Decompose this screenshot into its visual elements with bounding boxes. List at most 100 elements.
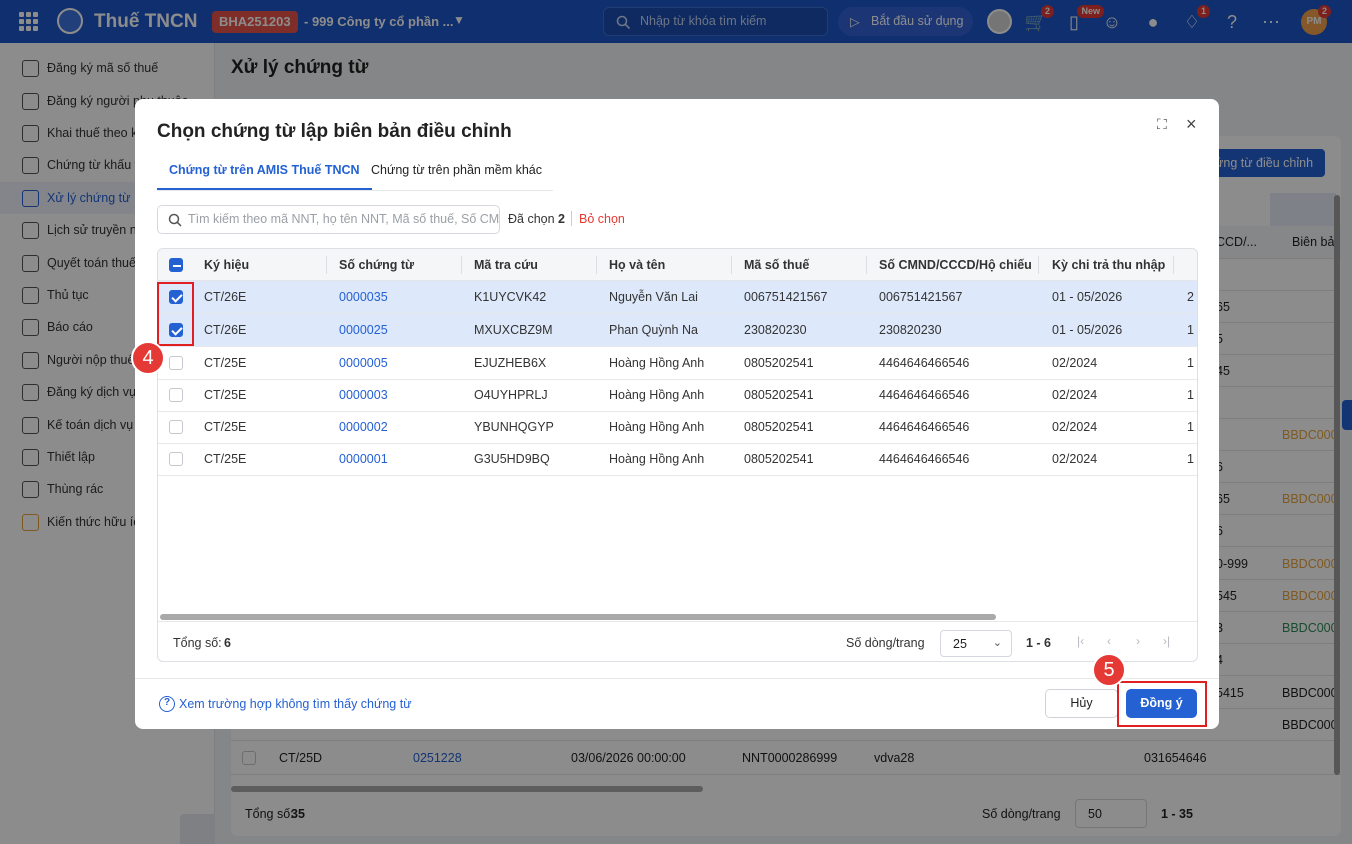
cell-taxcode: 0805202541: [744, 356, 814, 370]
row-checkbox[interactable]: [169, 388, 183, 402]
cell-symbol: CT/25E: [204, 452, 247, 466]
cell-name: Hoàng Hồng Anh: [609, 388, 705, 402]
cell-id: 230820230: [879, 323, 942, 337]
last-page-icon[interactable]: ›|: [1163, 634, 1170, 648]
cell-extra: 1: [1187, 388, 1194, 402]
cell-taxcode: 0805202541: [744, 388, 814, 402]
cell-extra: 1: [1187, 420, 1194, 434]
cell-number[interactable]: 0000001: [339, 452, 388, 466]
help-link[interactable]: Xem trường hợp không tìm thấy chứng từ: [159, 696, 412, 712]
dialog-title: Chọn chứng từ lập biên bản điều chỉnh: [157, 121, 512, 142]
cell-number[interactable]: 0000035: [339, 290, 388, 304]
search-placeholder: Tìm kiếm theo mã NNT, họ tên NNT, Mã số …: [188, 212, 500, 226]
selected-label: Đã chọn: [508, 212, 555, 226]
cell-period: 02/2024: [1052, 452, 1098, 466]
deselect-link[interactable]: Bỏ chọn: [579, 212, 625, 226]
cell-symbol: CT/26E: [204, 290, 247, 304]
table-row[interactable]: CT/25E 0000001 G3U5HD9BQ Hoàng Hồng Anh …: [158, 443, 1197, 476]
table-header: Ký hiệu Số chứng từ Mã tra cứu Họ và tên…: [158, 249, 1197, 281]
cell-period: 02/2024: [1052, 420, 1098, 434]
column-header-period: Kỳ chi trả thu nhập: [1052, 258, 1166, 272]
cell-number[interactable]: 0000005: [339, 356, 388, 370]
cell-extra: 1: [1187, 323, 1194, 337]
horizontal-scrollbar[interactable]: [160, 614, 996, 620]
selected-count-value: 2: [558, 212, 565, 226]
cell-lookup: O4UYHPRLJ: [474, 388, 548, 402]
step-4-marker: 4: [131, 341, 165, 375]
cell-taxcode: 0805202541: [744, 452, 814, 466]
table-row[interactable]: CT/26E 0000025 MXUXCBZ9M Phan Quỳnh Na 2…: [158, 314, 1197, 347]
table-footer: Tổng số: 6 Số dòng/trang 25 ⌄ 1 - 6 |‹ ‹ …: [158, 621, 1197, 661]
tab-amis-documents[interactable]: Chứng từ trên AMIS Thuế TNCN: [157, 163, 372, 190]
column-header-taxcode: Mã số thuế: [744, 258, 810, 272]
document-search-input[interactable]: Tìm kiếm theo mã NNT, họ tên NNT, Mã số …: [157, 205, 500, 234]
table-row[interactable]: CT/25E 0000003 O4UYHPRLJ Hoàng Hồng Anh …: [158, 379, 1197, 412]
table-row[interactable]: CT/25E 0000005 EJUZHEB6X Hoàng Hồng Anh …: [158, 347, 1197, 380]
cell-extra: 1: [1187, 356, 1194, 370]
cell-taxcode: 0805202541: [744, 420, 814, 434]
rows-per-page-label: Số dòng/trang: [846, 636, 925, 650]
cell-id: 4464646466546: [879, 356, 970, 370]
cell-symbol: CT/25E: [204, 388, 247, 402]
dialog-footer: Xem trường hợp không tìm thấy chứng từ H…: [135, 678, 1219, 729]
cell-extra: 2: [1187, 290, 1194, 304]
column-divider: [1038, 256, 1039, 274]
tab-divider: [157, 190, 553, 191]
highlight-checkboxes: [157, 282, 194, 346]
cell-number[interactable]: 0000025: [339, 323, 388, 337]
page-range: 1 - 6: [1026, 636, 1052, 650]
cell-period: 01 - 05/2026: [1052, 323, 1123, 337]
select-documents-dialog: Chọn chứng từ lập biên bản điều chỉnh ⛶ …: [135, 99, 1219, 729]
table-row[interactable]: CT/26E 0000035 K1UYCVK42 Nguyễn Văn Lai …: [158, 281, 1197, 314]
row-checkbox[interactable]: [169, 420, 183, 434]
column-header-id: Số CMND/CCCD/Hộ chiếu: [879, 258, 1032, 272]
rows-per-page-select[interactable]: 25 ⌄: [940, 630, 1012, 657]
cell-number[interactable]: 0000003: [339, 388, 388, 402]
cell-taxcode: 006751421567: [744, 290, 828, 304]
column-header-symbol: Ký hiệu: [204, 258, 250, 272]
cell-lookup: K1UYCVK42: [474, 290, 547, 304]
divider: [571, 211, 572, 226]
column-divider: [1173, 256, 1174, 274]
row-checkbox[interactable]: [169, 452, 183, 466]
tab-other-software-documents[interactable]: Chứng từ trên phần mềm khác: [359, 163, 554, 190]
cancel-button[interactable]: Hủy: [1045, 689, 1118, 718]
column-header-number: Số chứng từ: [339, 258, 415, 272]
cell-lookup: YBUNHQGYP: [474, 420, 554, 434]
cell-lookup: G3U5HD9BQ: [474, 452, 550, 466]
prev-page-icon[interactable]: ‹: [1107, 634, 1111, 648]
column-header-name: Họ và tên: [609, 258, 666, 272]
next-page-icon[interactable]: ›: [1136, 634, 1140, 648]
select-all-checkbox[interactable]: [169, 258, 183, 272]
cell-name: Phan Quỳnh Na: [609, 323, 698, 337]
column-header-lookup: Mã tra cứu: [474, 258, 538, 272]
close-icon[interactable]: ×: [1186, 114, 1197, 135]
cell-symbol: CT/25E: [204, 420, 247, 434]
first-page-icon[interactable]: |‹: [1077, 634, 1084, 648]
cell-name: Hoàng Hồng Anh: [609, 420, 705, 434]
total-value: 6: [224, 636, 231, 650]
search-icon: [168, 213, 182, 227]
cell-symbol: CT/25E: [204, 356, 247, 370]
cell-name: Nguyễn Văn Lai: [609, 290, 698, 304]
table-row[interactable]: CT/25E 0000002 YBUNHQGYP Hoàng Hồng Anh …: [158, 411, 1197, 444]
cell-period: 01 - 05/2026: [1052, 290, 1123, 304]
cell-name: Hoàng Hồng Anh: [609, 452, 705, 466]
total-label: Tổng số:: [173, 636, 222, 650]
cell-name: Hoàng Hồng Anh: [609, 356, 705, 370]
cell-period: 02/2024: [1052, 356, 1098, 370]
cell-id: 4464646466546: [879, 452, 970, 466]
column-divider: [866, 256, 867, 274]
column-divider: [731, 256, 732, 274]
cell-period: 02/2024: [1052, 388, 1098, 402]
cell-number[interactable]: 0000002: [339, 420, 388, 434]
column-divider: [461, 256, 462, 274]
cell-id: 4464646466546: [879, 388, 970, 402]
documents-table: Ký hiệu Số chứng từ Mã tra cứu Họ và tên…: [157, 248, 1198, 662]
cell-lookup: EJUZHEB6X: [474, 356, 547, 370]
rows-per-page-value: 25: [953, 637, 967, 651]
cell-symbol: CT/26E: [204, 323, 247, 337]
expand-icon[interactable]: ⛶: [1157, 116, 1173, 132]
cell-id: 006751421567: [879, 290, 963, 304]
row-checkbox[interactable]: [169, 356, 183, 370]
